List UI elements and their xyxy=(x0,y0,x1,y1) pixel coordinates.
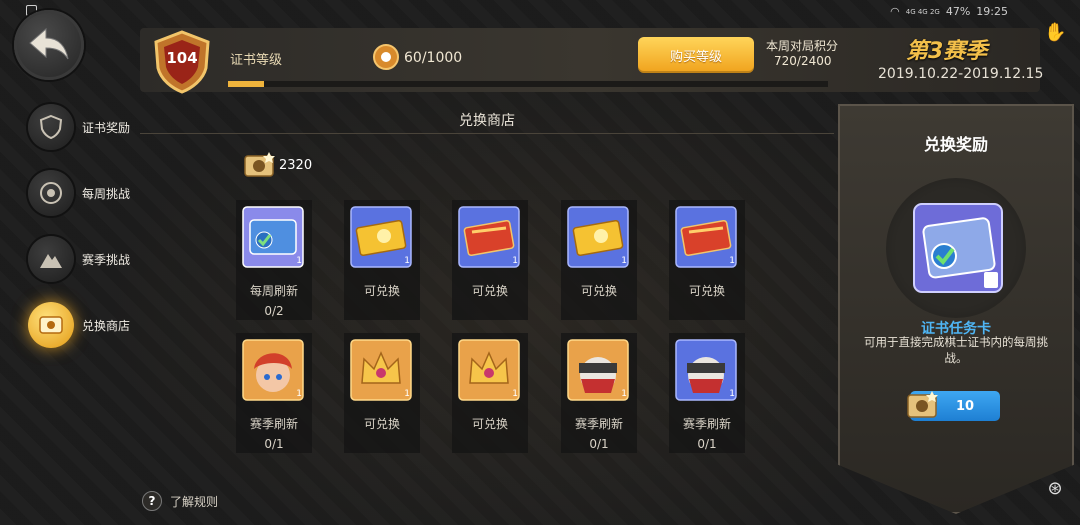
sidebar-item-label: 每周挑战 xyxy=(82,186,131,201)
item-status: 可兑换 xyxy=(471,417,508,431)
exchange-price: 10 xyxy=(955,398,975,414)
xp-progress-bar xyxy=(228,81,828,87)
item-status: 每周刷新 xyxy=(249,284,298,298)
item-limit: 0/1 xyxy=(697,437,717,451)
shop-item[interactable]: 1 可兑换 xyxy=(344,333,420,453)
panel-item-description: 可用于直接完成棋士证书内的每周挑战。 xyxy=(864,335,1048,365)
weekly-score-value: 720/2400 xyxy=(774,54,832,68)
item-status: 赛季刷新 xyxy=(574,417,623,431)
weekly-score-label: 本周对局积分 xyxy=(766,39,839,53)
item-status: 可兑换 xyxy=(688,284,725,298)
item-quantity: 1 xyxy=(512,389,518,399)
shield-icon xyxy=(28,104,74,150)
item-quantity: 1 xyxy=(621,389,627,399)
shop-item[interactable]: 1 赛季刷新 0/1 xyxy=(236,333,312,453)
shop-item[interactable]: 1 赛季刷新 0/1 xyxy=(561,333,637,453)
red-ticket-icon: 1 xyxy=(675,206,737,268)
gold-ticket-icon: 1 xyxy=(350,206,412,268)
item-quantity: 1 xyxy=(404,389,410,399)
item-status: 可兑换 xyxy=(363,284,400,298)
shop-title: 兑换商店 xyxy=(459,113,515,129)
item-status: 赛季刷新 xyxy=(249,417,298,431)
shop-item[interactable]: 1 可兑换 xyxy=(452,200,528,320)
gesture-icon[interactable]: ✋ xyxy=(1044,22,1066,44)
sidebar-item-exchange-shop[interactable]: 兑换商店 xyxy=(28,302,130,348)
level-badge: 104 xyxy=(148,30,216,94)
ticket-icon xyxy=(28,302,74,348)
mountain-icon xyxy=(28,236,74,282)
item-quantity: 1 xyxy=(621,256,627,266)
title-divider xyxy=(140,133,834,134)
gold-ticket-icon: 1 xyxy=(567,206,629,268)
item-status: 可兑换 xyxy=(363,417,400,431)
rules-label: 了解规则 xyxy=(170,494,219,509)
hero-red-hair-icon: 1 xyxy=(242,339,304,401)
rules-link[interactable]: ? 了解规则 xyxy=(142,491,218,511)
shop-item[interactable]: 1 可兑换 xyxy=(452,333,528,453)
crown-icon: 1 xyxy=(458,339,520,401)
xp-progress-text: 60/1000 xyxy=(404,50,463,66)
clock: 19:25 xyxy=(976,5,1008,18)
help-icon: ? xyxy=(142,491,162,511)
wifi-icon: ◠ xyxy=(890,5,900,18)
task-card-icon xyxy=(912,202,1004,294)
item-status: 可兑换 xyxy=(580,284,617,298)
item-limit: 0/1 xyxy=(264,437,284,451)
xp-progress-fill xyxy=(228,81,264,87)
item-quantity: 1 xyxy=(404,256,410,266)
game-assistant-icon[interactable]: ⊛ xyxy=(1044,478,1066,500)
buy-level-button[interactable]: 购买等级 xyxy=(638,37,754,73)
season-dates: 2019.10.22-2019.12.15 xyxy=(878,66,1044,82)
item-limit: 0/2 xyxy=(264,304,284,318)
item-quantity: 1 xyxy=(512,256,518,266)
back-arrow-icon xyxy=(29,27,69,60)
item-status: 可兑换 xyxy=(471,284,508,298)
item-status: 赛季刷新 xyxy=(682,417,731,431)
shop-item[interactable]: 1 可兑换 xyxy=(669,200,745,320)
item-quantity: 1 xyxy=(296,389,302,399)
shop-item[interactable]: 1 赛季刷新 0/1 xyxy=(669,333,745,453)
network-indicator: 4G 4G 2G xyxy=(905,7,940,16)
level-number: 104 xyxy=(166,49,198,67)
panel-title: 兑换奖励 xyxy=(923,135,988,154)
cert-level-label: 证书等级 xyxy=(230,53,283,68)
item-quantity: 1 xyxy=(729,389,735,399)
season-title: 第3赛季 xyxy=(906,39,988,64)
ninja-icon: 1 xyxy=(675,339,737,401)
sidebar-item-label: 证书奖励 xyxy=(82,120,131,135)
item-quantity: 1 xyxy=(729,256,735,266)
shop-item[interactable]: 1 每周刷新 0/2 xyxy=(236,200,312,320)
target-icon xyxy=(28,170,74,216)
task-card-icon: 1 xyxy=(242,206,304,268)
shop-item[interactable]: 1 可兑换 xyxy=(561,200,637,320)
sidebar-item-label: 兑换商店 xyxy=(82,318,131,333)
sidebar-item-label: 赛季挑战 xyxy=(82,252,131,267)
xp-badge-icon xyxy=(373,44,399,70)
battery-level: 47% xyxy=(945,5,971,18)
crown-icon: 1 xyxy=(350,339,412,401)
exchange-token-icon xyxy=(244,152,275,177)
red-ticket-icon: 1 xyxy=(458,206,520,268)
item-quantity: 1 xyxy=(296,256,302,266)
shop-item[interactable]: 1 可兑换 xyxy=(344,200,420,320)
sidebar-item-weekly-challenge[interactable]: 每周挑战 xyxy=(28,170,130,216)
item-limit: 0/1 xyxy=(589,437,609,451)
status-bar: ◠ 4G 4G 2G 47% 19:25 xyxy=(0,0,1080,24)
currency-amount: 2320 xyxy=(279,158,313,173)
back-button[interactable] xyxy=(14,10,84,80)
exchange-token-icon xyxy=(907,391,938,418)
ninja-icon: 1 xyxy=(567,339,629,401)
sidebar-item-cert-rewards[interactable]: 证书奖励 xyxy=(28,104,130,150)
sidebar-item-season-challenge[interactable]: 赛季挑战 xyxy=(28,236,130,282)
